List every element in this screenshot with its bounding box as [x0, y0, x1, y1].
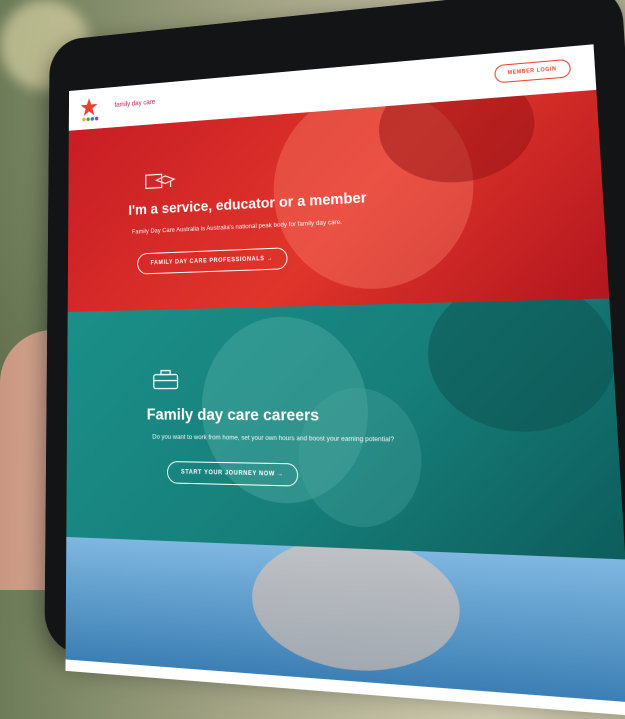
- leaf-photo: [425, 298, 620, 432]
- child-eyes-photo: [251, 537, 462, 678]
- start-your-journey-button[interactable]: START YOUR JOURNEY NOW →: [167, 461, 299, 487]
- member-login-button[interactable]: MEMBER LOGIN: [494, 59, 572, 84]
- tablet-screen: family day care MEMBER LOGIN I'm a servi…: [65, 44, 625, 716]
- family-day-care-professionals-button[interactable]: FAMILY DAY CARE PROFESSIONALS →: [137, 247, 287, 274]
- graduation-cap-icon: [144, 170, 176, 195]
- panel-heading: Family day care careers: [147, 407, 320, 426]
- brand-text: family day care: [114, 99, 155, 109]
- logo-star-icon: [79, 94, 113, 122]
- briefcase-icon: [152, 369, 179, 391]
- panel-child-eyes: [66, 537, 625, 703]
- panel-careers: Family day care careers Do you want to w…: [66, 298, 625, 559]
- panel-subtext: Do you want to work from home, set your …: [152, 434, 394, 444]
- tablet-device: family day care MEMBER LOGIN I'm a servi…: [44, 0, 625, 697]
